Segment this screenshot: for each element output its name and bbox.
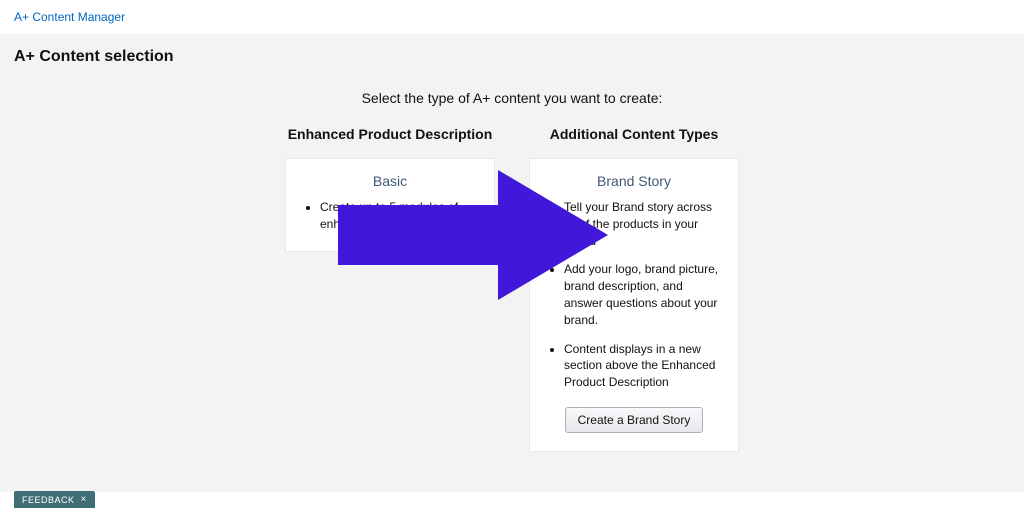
feedback-button[interactable]: FEEDBACK × [14, 491, 95, 508]
card-brand-story-title: Brand Story [546, 173, 722, 189]
column-additional-content-types: Additional Content Types Brand Story Tel… [529, 126, 739, 452]
breadcrumb-link[interactable]: A+ Content Manager [14, 10, 125, 24]
close-icon[interactable]: × [81, 494, 87, 505]
card-brand-story-bullet: Add your logo, brand picture, brand desc… [564, 261, 722, 328]
card-brand-story[interactable]: Brand Story Tell your Brand story across… [529, 158, 739, 452]
column-heading-right: Additional Content Types [529, 126, 739, 142]
card-brand-story-bullet: Content displays in a new section above … [564, 341, 722, 391]
card-basic-bullet: Create up to 5 modules of enhanced conte… [320, 199, 478, 233]
breadcrumb-bar: A+ Content Manager [0, 0, 1024, 34]
content-area: A+ Content selection Select the type of … [0, 34, 1024, 492]
card-brand-story-bullet: Tell your Brand story across all of the … [564, 199, 722, 249]
prompt-text: Select the type of A+ content you want t… [14, 90, 1010, 106]
feedback-label: FEEDBACK [22, 495, 75, 505]
column-enhanced-product-description: Enhanced Product Description Basic Creat… [285, 126, 495, 252]
create-brand-story-button[interactable]: Create a Brand Story [565, 407, 704, 433]
content-type-selector: Select the type of A+ content you want t… [14, 90, 1010, 452]
page-title: A+ Content selection [14, 48, 1010, 66]
card-basic-title: Basic [302, 173, 478, 189]
card-basic[interactable]: Basic Create up to 5 modules of enhanced… [285, 158, 495, 252]
column-heading-left: Enhanced Product Description [285, 126, 495, 142]
